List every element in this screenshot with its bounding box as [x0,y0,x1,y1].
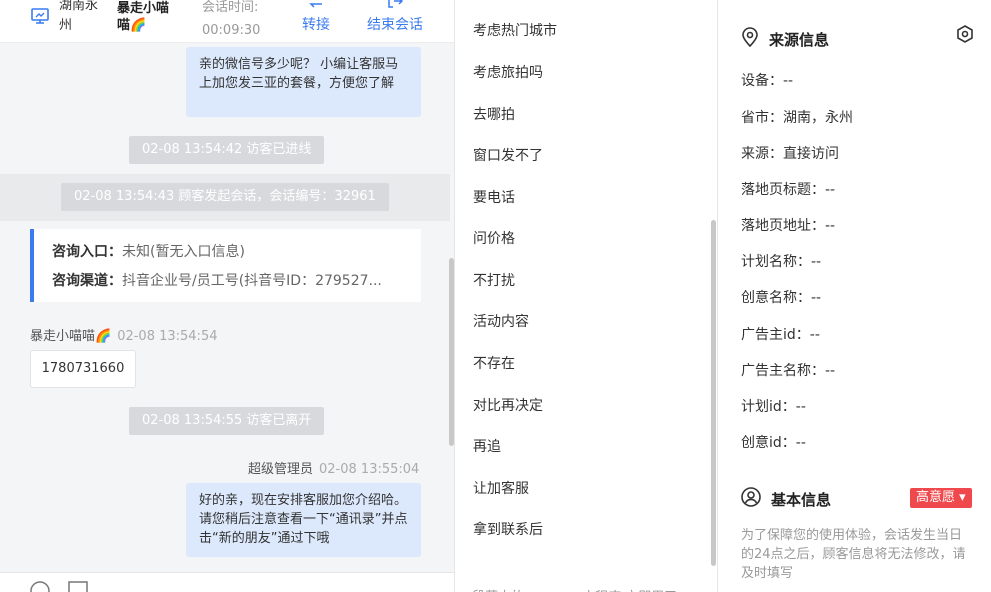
quick-reply-item[interactable]: 拿到联系后 [473,519,543,539]
customer-location: 湖南永州 [59,0,99,33]
quick-reply-item[interactable]: 窗口发不了 [473,145,543,165]
source-info-field: 落地页地址：-- [741,215,835,235]
end-session-button[interactable]: 结束会话 [367,0,423,34]
field-label: 计划id： [741,399,796,415]
field-value: -- [811,254,822,270]
customer-sender: 暴走小喵喵🌈 02-08 13:54:54 [30,325,217,344]
location-pin-icon [741,27,769,51]
field-value: -- [809,327,820,343]
image-icon[interactable] [68,581,88,592]
source-info-title: 来源信息 [769,30,830,49]
customer-message: 1780731660 [30,350,136,388]
quick-reply-panel: 考虑热门城市 考虑旅拍吗去哪拍窗口发不了要电话问价格不打扰活动内容不存在对比再决定… [455,0,718,592]
settings-icon[interactable] [956,25,974,47]
source-info-field: 落地页标题：-- [741,179,835,199]
chat-panel: 湖南永州 暴走小喵喵🌈 会话时间: 00:09:30 转接 结束会话 亲的微信号… [0,0,455,592]
field-value: -- [825,182,836,198]
message-list[interactable]: 亲的微信号多少呢？ 小编让客服马上加您发三亚的套餐，方便您了解 02-08 13… [0,43,450,572]
source-info-field: 广告主名称：-- [741,360,835,380]
monitor-icon [31,8,49,28]
source-info-header: 来源信息 [741,27,829,51]
quick-reply-item[interactable]: 要电话 [473,187,515,207]
end-session-label: 结束会话 [367,17,423,33]
info-edit-notice: 为了保障您的使用体验，会话发生当日的24点之后，顾客信息将无法修改，请及时填写 [741,528,966,581]
field-label: 计划名称： [741,254,811,270]
quick-reply-item[interactable]: 去哪拍 [473,104,515,124]
source-info-field: 来源：直接访问 [741,143,839,163]
field-value: -- [825,363,836,379]
source-info-field: 广告主id：-- [741,324,820,344]
source-info-field: 设备：-- [741,70,793,90]
channel-value: 抖音企业号/员工号(抖音号ID：279527... [122,273,382,289]
intent-level-label: 高意愿 [916,490,956,505]
field-label: 创意名称： [741,290,811,306]
field-label: 省市： [741,110,783,126]
field-label: 来源： [741,146,783,162]
transfer-label: 转接 [302,17,330,33]
field-value: -- [783,73,794,89]
quick-reply-item[interactable]: 对比再决定 [473,395,543,415]
sender-name: 超级管理员 [248,462,314,477]
logout-icon [387,0,404,12]
system-message: 02-08 13:54:42 访客已进线 [129,136,325,164]
entry-value: 未知(暂无入口信息) [122,244,245,260]
basic-info-header: 基本信息 [741,487,831,511]
user-icon [741,487,771,511]
quick-reply-item[interactable]: 再追 [473,436,501,456]
quick-reply-footer-item[interactable]: 一 小程序 立即用了 [565,586,717,592]
source-info-field: 计划id：-- [741,396,806,416]
quick-reply-item[interactable]: 考虑热门城市 [473,20,557,40]
field-label: 设备： [741,73,783,89]
session-time-label: 会话时间: [202,0,259,15]
quick-reply-item[interactable]: 不存在 [473,353,515,373]
emoji-icon[interactable] [30,581,50,592]
chat-workspace: 湖南永州 暴走小喵喵🌈 会话时间: 00:09:30 转接 结束会话 亲的微信号… [0,0,991,592]
source-info-field: 创意id：-- [741,432,806,452]
quick-reply-item[interactable]: 活动内容 [473,311,529,331]
source-info-field: 计划名称：-- [741,251,821,271]
transfer-button[interactable]: 转接 [302,0,330,34]
quick-reply-scrollbar[interactable] [711,220,716,566]
field-value: 直接访问 [783,146,839,162]
field-value: -- [795,435,806,451]
field-value: -- [811,290,822,306]
agent-message: 亲的微信号多少呢？ 小编让客服马上加您发三亚的套餐，方便您了解 [186,47,421,117]
field-value: -- [825,218,836,234]
chat-scrollbar[interactable] [449,258,454,446]
input-toolbar [0,572,454,592]
entry-label: 咨询入口： [52,244,122,260]
sender-time: 02-08 13:54:54 [117,329,218,344]
system-message: 02-08 13:54:55 访客已离开 [129,407,325,435]
source-info-field: 创意名称：-- [741,287,821,307]
agent-message: 好的亲，现在安排客服加您介绍哈。请您稍后注意查看一下“通讯录”并点击“新的朋友”… [186,483,421,557]
quick-reply-item[interactable]: 问价格 [473,228,515,248]
agent-sender: 超级管理员 02-08 13:55:04 [248,458,419,477]
field-label: 落地页标题： [741,182,825,198]
session-time: 会话时间: 00:09:30 [202,0,282,42]
field-label: 创意id： [741,435,796,451]
session-header: 湖南永州 暴走小喵喵🌈 会话时间: 00:09:30 转接 结束会话 [0,0,454,43]
system-message: 02-08 13:54:43 顾客发起会话，会话编号：32961 [61,183,389,211]
quick-reply-item[interactable]: 不打扰 [473,270,515,290]
quick-reply-item[interactable]: 让加客服 [473,478,529,498]
transfer-icon [308,0,324,12]
customer-info-panel: 来源信息 设备：-- 省市：湖南，永州 来源：直接访问 落地页标题：-- 落地页地址：-… [719,0,991,592]
field-value: 湖南，永州 [783,110,853,126]
sender-name: 暴走小喵喵🌈 [30,329,112,344]
caret-down-icon: ▾ [959,490,966,505]
basic-info-title: 基本信息 [771,490,832,509]
customer-name: 暴走小喵喵🌈 [117,1,170,33]
channel-label: 咨询渠道： [52,273,122,289]
field-label: 广告主id： [741,327,810,343]
sender-time: 02-08 13:55:04 [319,462,420,477]
source-info-field: 省市：湖南，永州 [741,107,853,127]
session-time-value: 00:09:30 [202,23,261,38]
field-label: 广告主名称： [741,363,825,379]
consult-info-card: 咨询入口：未知(暂无入口信息) 咨询渠道：抖音企业号/员工号(抖音号ID：279… [30,229,421,302]
quick-reply-item[interactable]: 考虑旅拍吗 [473,62,543,82]
field-label: 落地页地址： [741,218,825,234]
intent-level-dropdown[interactable]: 高意愿 ▾ [910,488,972,508]
field-value: -- [795,399,806,415]
